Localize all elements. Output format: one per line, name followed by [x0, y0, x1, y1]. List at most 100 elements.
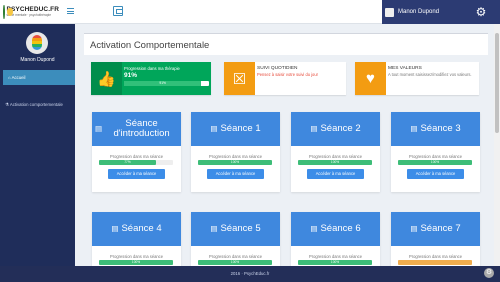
book-icon: ▤	[210, 224, 218, 233]
my-values-title: MES VALEURS	[388, 66, 422, 71]
session-progress-fill: 100%	[198, 260, 272, 265]
session-card: ▤ Séance d'introduction Progression dans m…	[92, 112, 181, 192]
session-progress-bar	[398, 260, 472, 265]
therapy-progress-bar: 91%	[124, 81, 209, 86]
page-title-box: Activation Comportementale	[84, 33, 488, 55]
session-card: ▤Séance 5Progression dans ma séance100%A…	[191, 212, 280, 266]
therapy-progress-title: Progression dans ma thérapie	[124, 66, 180, 71]
session-progress-bar: 100%	[298, 160, 372, 165]
session-title: Séance 4	[121, 223, 162, 234]
sidebar-avatar	[26, 32, 48, 54]
session-title: Séance d'introduction	[113, 118, 170, 139]
session-card-header[interactable]: ▤ Séance 2	[291, 112, 380, 146]
sidebar-user-name: Manon Dupond	[20, 57, 55, 63]
open-session-button[interactable]: Accéder à ma séance	[407, 169, 464, 179]
session-progress-bar: 100%	[198, 260, 272, 265]
book-icon: ▤	[95, 124, 103, 133]
book-icon: ▤	[210, 124, 218, 133]
sidebar-item-accueil[interactable]: ⌂ Accueil	[3, 70, 75, 85]
logo-text: PSYCHEDUC.FR santé mentale · psychothéra…	[7, 7, 59, 17]
sidebar-item-label: Accueil	[11, 75, 26, 80]
calendar-x-icon: ☒	[224, 62, 255, 95]
session-progress-bar: 100%	[398, 160, 472, 165]
logo-subtitle: santé mentale · psychothérapie	[6, 12, 51, 17]
scrollbar-thumb[interactable]	[495, 33, 499, 133]
book-icon: ▤	[310, 224, 318, 233]
daily-followup-box[interactable]: ☒ SUIVI QUOTIDIEN Pensez à saisir votre …	[224, 62, 346, 95]
session-progress-label: Progression dans ma séance	[308, 254, 363, 259]
list-icon: ⚗	[5, 102, 9, 107]
session-card: ▤ Séance 2 Progression dans ma séance 100% A…	[291, 112, 380, 192]
sidebar-item-activation[interactable]: ⚗ Activation comportementale	[0, 97, 75, 112]
daily-followup-title: SUIVI QUOTIDIEN	[257, 66, 298, 71]
session-progress-label: Progression dans ma séance	[408, 254, 463, 259]
session-progress-label: Progression dans ma séance	[408, 154, 463, 159]
session-card-header[interactable]: ▤ Séance 5	[191, 212, 280, 246]
main-content: Activation Comportementale 👍 Progression…	[75, 24, 494, 266]
my-values-box[interactable]: ♥ MES VALEURS A tout moment saisissez/mo…	[355, 62, 479, 95]
session-progress-bar: 77%	[99, 160, 173, 165]
page-title: Activation Comportementale	[90, 40, 210, 51]
session-progress-label: Progression dans ma séance	[208, 154, 263, 159]
heart-icon: ♥	[355, 62, 386, 95]
sidebar: Manon Dupond ⌂ Accueil ⚗ Activation comp…	[0, 24, 75, 266]
app-logo[interactable]: PSYCHEDUC.FR santé mentale · psychothéra…	[3, 3, 59, 21]
book-icon: ▤	[410, 224, 418, 233]
session-progress-fill: 100%	[298, 260, 372, 265]
thumbs-up-icon: 👍	[91, 62, 122, 95]
daily-followup-desc[interactable]: Pensez à saisir votre suivi du jour	[257, 72, 344, 77]
book-icon: ▤	[410, 124, 418, 133]
footer: 2016 · PsychEduc.fr	[0, 266, 500, 282]
session-progress-bar: 100%	[298, 260, 372, 265]
session-title: Séance 3	[420, 123, 461, 134]
session-card-header[interactable]: ▤ Séance 3	[391, 112, 480, 146]
session-progress-fill: 100%	[99, 260, 173, 265]
footer-text: 2016 · PsychEduc.fr	[230, 271, 270, 276]
scrollbar[interactable]	[494, 24, 500, 266]
sidebar-item-label: Activation comportementale	[9, 102, 63, 107]
session-progress-fill: 100%	[298, 160, 372, 165]
therapy-progress-fill: 91%	[124, 81, 202, 86]
top-bar: PSYCHEDUC.FR santé mentale · psychothéra…	[0, 0, 500, 24]
session-progress-bar: 100%	[99, 260, 173, 265]
therapy-progress-percent: 91%	[124, 72, 138, 79]
session-card: ▤Séance 6Progression dans ma séance100%A…	[291, 212, 380, 266]
session-card-header[interactable]: ▤ Séance 6	[291, 212, 380, 246]
session-progress-label: Progression dans ma séance	[308, 154, 363, 159]
menu-toggle-icon[interactable]	[67, 8, 74, 14]
session-card-header[interactable]: ▤ Séance 7	[391, 212, 480, 246]
header-user-name: Manon Dupond	[398, 9, 440, 15]
book-icon: ▤	[310, 124, 318, 133]
session-progress-label: Progression dans ma séance	[109, 254, 164, 259]
session-card: ▤Séance 4Progression dans ma séance100%A…	[92, 212, 181, 266]
session-card-header[interactable]: ▤ Séance d'introduction	[92, 112, 181, 146]
mail-icon[interactable]	[113, 6, 123, 16]
open-session-button[interactable]: Accéder à ma séance	[307, 169, 364, 179]
session-title: Séance 5	[220, 223, 261, 234]
book-icon: ▤	[111, 224, 119, 233]
therapy-progress-box: 👍 Progression dans ma thérapie 91% 91%	[91, 62, 211, 95]
my-values-desc: A tout moment saisissez/modifiez vos val…	[388, 72, 472, 77]
open-session-button[interactable]: Accéder à ma séance	[108, 169, 165, 179]
user-menu[interactable]: Manon Dupond	[382, 0, 462, 24]
session-title: Séance 1	[220, 123, 261, 134]
session-progress-bar: 100%	[198, 160, 272, 165]
session-title: Séance 2	[320, 123, 361, 134]
session-card-header[interactable]: ▤ Séance 1	[191, 112, 280, 146]
session-card: ▤ Séance 1 Progression dans ma séance 100% A…	[191, 112, 280, 192]
session-progress-fill	[398, 260, 472, 265]
session-title: Séance 7	[420, 223, 461, 234]
footer-settings-icon[interactable]: ⚙	[484, 268, 494, 278]
open-session-button[interactable]: Accéder à ma séance	[207, 169, 264, 179]
session-card: ▤ Séance 3 Progression dans ma séance 100% A…	[391, 112, 480, 192]
session-title: Séance 6	[320, 223, 361, 234]
home-icon: ⌂	[8, 75, 11, 80]
logo-mark-icon	[3, 5, 11, 19]
session-progress-fill: 100%	[398, 160, 472, 165]
user-avatar	[385, 7, 394, 17]
session-progress-label: Progression dans ma séance	[109, 154, 164, 159]
settings-gear-icon[interactable]: ⚙	[462, 0, 500, 24]
session-progress-label: Progression dans ma séance	[208, 254, 263, 259]
session-progress-fill: 77%	[99, 160, 156, 165]
session-card-header[interactable]: ▤ Séance 4	[92, 212, 181, 246]
